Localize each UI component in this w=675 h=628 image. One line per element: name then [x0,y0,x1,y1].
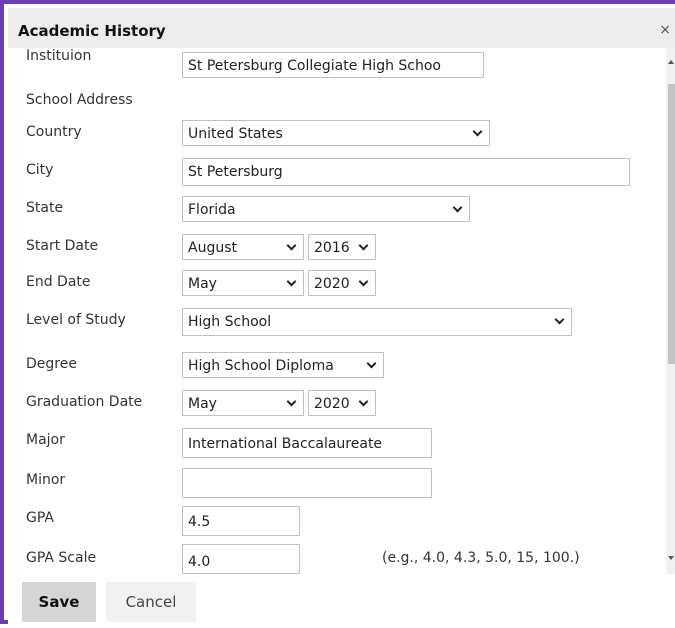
level-of-study-label: Level of Study [26,312,126,328]
country-row: Country United States [8,120,666,150]
minor-label: Minor [26,472,66,488]
academic-history-dialog: Academic History × Instituion St Petersb… [0,0,675,628]
country-select[interactable]: United States [182,120,490,146]
end-year-select[interactable]: 2020 [308,270,376,296]
city-label: City [26,162,54,178]
scroll-down-icon[interactable] [668,556,674,560]
start-date-label: Start Date [26,238,99,254]
gpa-scale-row: GPA Scale 4.0 (e.g., 4.0, 4.3, 5.0, 15, … [8,544,666,574]
state-value: Florida [188,202,236,218]
chevron-down-icon [554,314,565,325]
state-row: State Florida [8,196,666,226]
graduation-date-row: Graduation Date May 2020 [8,390,666,420]
institution-input[interactable]: St Petersburg Collegiate High Schoo [182,52,484,78]
start-year-select[interactable]: 2016 [308,234,376,260]
chevron-down-icon [358,276,369,287]
graduation-year-value: 2020 [314,396,350,412]
level-of-study-row: Level of Study High School [8,308,666,338]
scrollbar-thumb[interactable] [668,84,675,364]
major-input[interactable]: International Baccalaureate [182,428,432,458]
end-month-select[interactable]: May [182,270,304,296]
end-year-value: 2020 [314,276,350,292]
gpa-label: GPA [26,510,54,526]
institution-row: Instituion St Petersburg Collegiate High… [8,48,666,78]
school-address-row: School Address [8,88,666,118]
chevron-down-icon [358,396,369,407]
level-of-study-value: High School [188,314,272,330]
end-date-row: End Date May 2020 [8,270,666,300]
level-of-study-select[interactable]: High School [182,308,572,336]
graduation-month-value: May [188,396,217,412]
degree-select[interactable]: High School Diploma [182,352,384,378]
start-date-row: Start Date August 2016 [8,234,666,264]
country-value: United States [188,126,283,142]
chevron-down-icon [286,396,297,407]
end-date-label: End Date [26,274,91,290]
close-icon[interactable]: × [659,22,671,38]
school-address-label: School Address [26,92,133,108]
gpa-scale-label: GPA Scale [26,550,97,566]
gpa-scale-input[interactable]: 4.0 [182,544,300,574]
institution-label: Instituion [26,48,92,64]
start-month-value: August [188,240,237,256]
form-content: Instituion St Petersburg Collegiate High… [8,48,666,574]
chevron-down-icon [358,240,369,251]
graduation-year-select[interactable]: 2020 [308,390,376,416]
chevron-down-icon [286,240,297,251]
chevron-down-icon [366,358,377,369]
cancel-button[interactable]: Cancel [106,582,196,622]
degree-label: Degree [26,356,77,372]
state-label: State [26,200,64,216]
chevron-down-icon [452,202,463,213]
end-month-value: May [188,276,217,292]
minor-input[interactable] [182,468,432,498]
start-year-value: 2016 [314,240,350,256]
save-button[interactable]: Save [22,582,96,622]
graduation-month-select[interactable]: May [182,390,304,416]
chevron-down-icon [472,126,483,137]
gpa-row: GPA 4.5 [8,506,666,536]
city-row: City St Petersburg [8,158,666,188]
city-input[interactable]: St Petersburg [182,158,630,186]
gpa-scale-hint: (e.g., 4.0, 4.3, 5.0, 15, 100.) [382,550,580,566]
graduation-date-label: Graduation Date [26,394,143,410]
major-label: Major [26,432,65,448]
state-select[interactable]: Florida [182,196,470,222]
dialog-titlebar: Academic History × [8,8,675,48]
degree-value: High School Diploma [188,358,334,374]
scroll-up-icon[interactable] [668,60,674,64]
degree-row: Degree High School Diploma [8,352,666,382]
country-label: Country [26,124,82,140]
dialog-title: Academic History [18,22,166,40]
chevron-down-icon [286,276,297,287]
dialog-footer: Save Cancel [8,574,675,628]
minor-row: Minor [8,468,666,498]
gpa-input[interactable]: 4.5 [182,506,300,536]
major-row: Major International Baccalaureate [8,428,666,458]
start-month-select[interactable]: August [182,234,304,260]
